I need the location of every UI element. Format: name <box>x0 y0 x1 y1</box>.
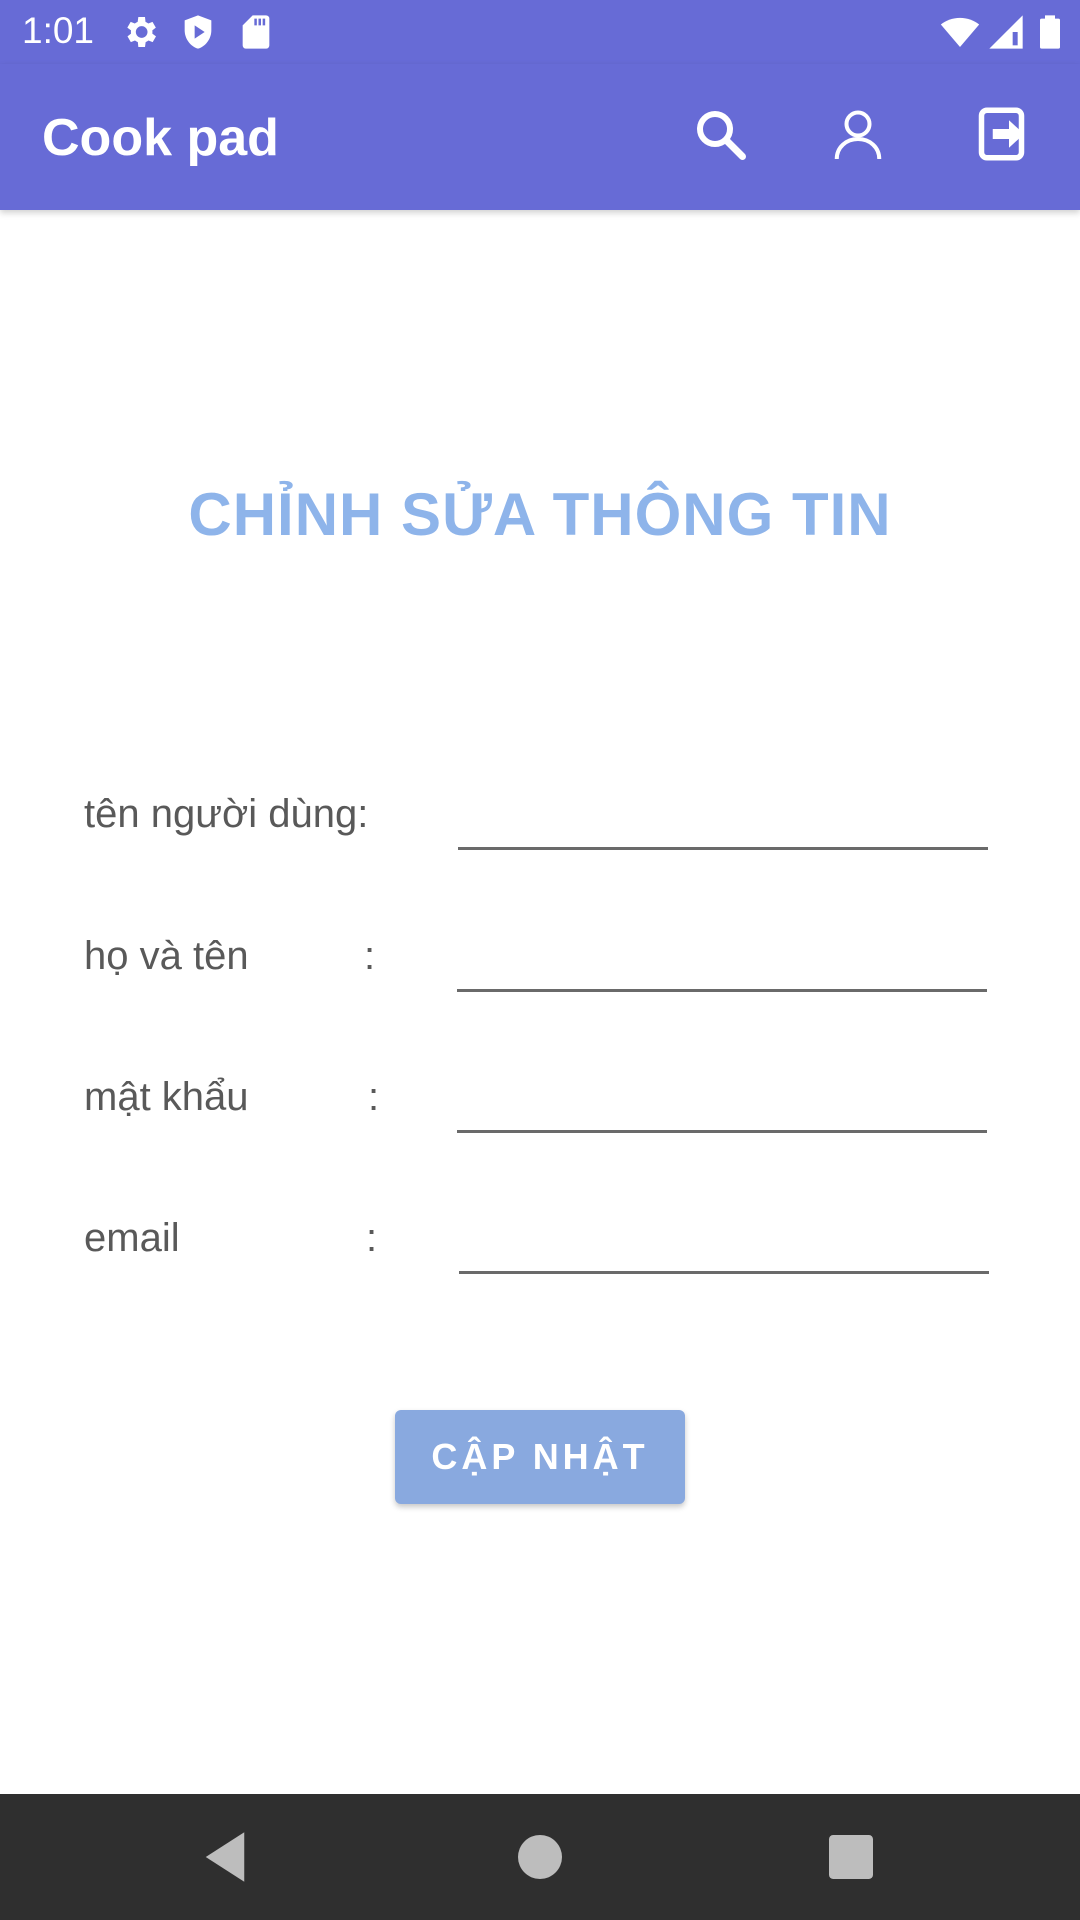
home-icon[interactable] <box>507 1824 573 1890</box>
email-row: email : <box>0 1198 1080 1288</box>
password-field[interactable] <box>457 1071 987 1133</box>
search-icon[interactable] <box>690 104 750 164</box>
update-button[interactable]: CẬP NHẬT <box>395 1410 685 1504</box>
username-label: tên người dùng: <box>84 792 369 836</box>
password-colon: : <box>368 1075 380 1119</box>
back-icon[interactable] <box>192 1824 258 1890</box>
profile-icon[interactable] <box>828 104 888 164</box>
cell-signal-icon <box>989 15 1023 49</box>
fullname-field[interactable] <box>457 930 987 992</box>
recents-icon[interactable] <box>818 1824 884 1890</box>
status-bar: 1:01 <box>0 0 1080 64</box>
email-colon: : <box>366 1216 378 1260</box>
app-bar: Cook pad <box>0 64 1080 210</box>
username-field[interactable] <box>458 788 988 850</box>
email-field[interactable] <box>459 1212 989 1274</box>
nav-bar <box>0 1794 1080 1920</box>
wifi-icon <box>940 17 980 47</box>
battery-icon <box>1040 15 1060 49</box>
sd-card-icon <box>242 15 270 49</box>
status-time: 1:01 <box>22 10 95 51</box>
username-row: tên người dùng: <box>0 774 1080 864</box>
page-title: CHỈNH SỬA THÔNG TIN <box>188 481 892 548</box>
fullname-row: họ và tên : <box>0 916 1080 1006</box>
fullname-label: họ và tên <box>84 934 249 978</box>
password-label: mật khẩu <box>84 1075 249 1119</box>
screen: 1:01 Cook pad CHỈNH SỬA THÔNG TIN tên ng… <box>0 0 1080 1920</box>
email-label: email <box>84 1216 180 1260</box>
shield-icon <box>184 15 212 49</box>
fullname-colon: : <box>364 934 376 978</box>
password-row: mật khẩu : <box>0 1057 1080 1147</box>
gear-icon <box>127 17 156 47</box>
app-title: Cook pad <box>42 109 279 167</box>
logout-icon[interactable] <box>974 104 1034 164</box>
